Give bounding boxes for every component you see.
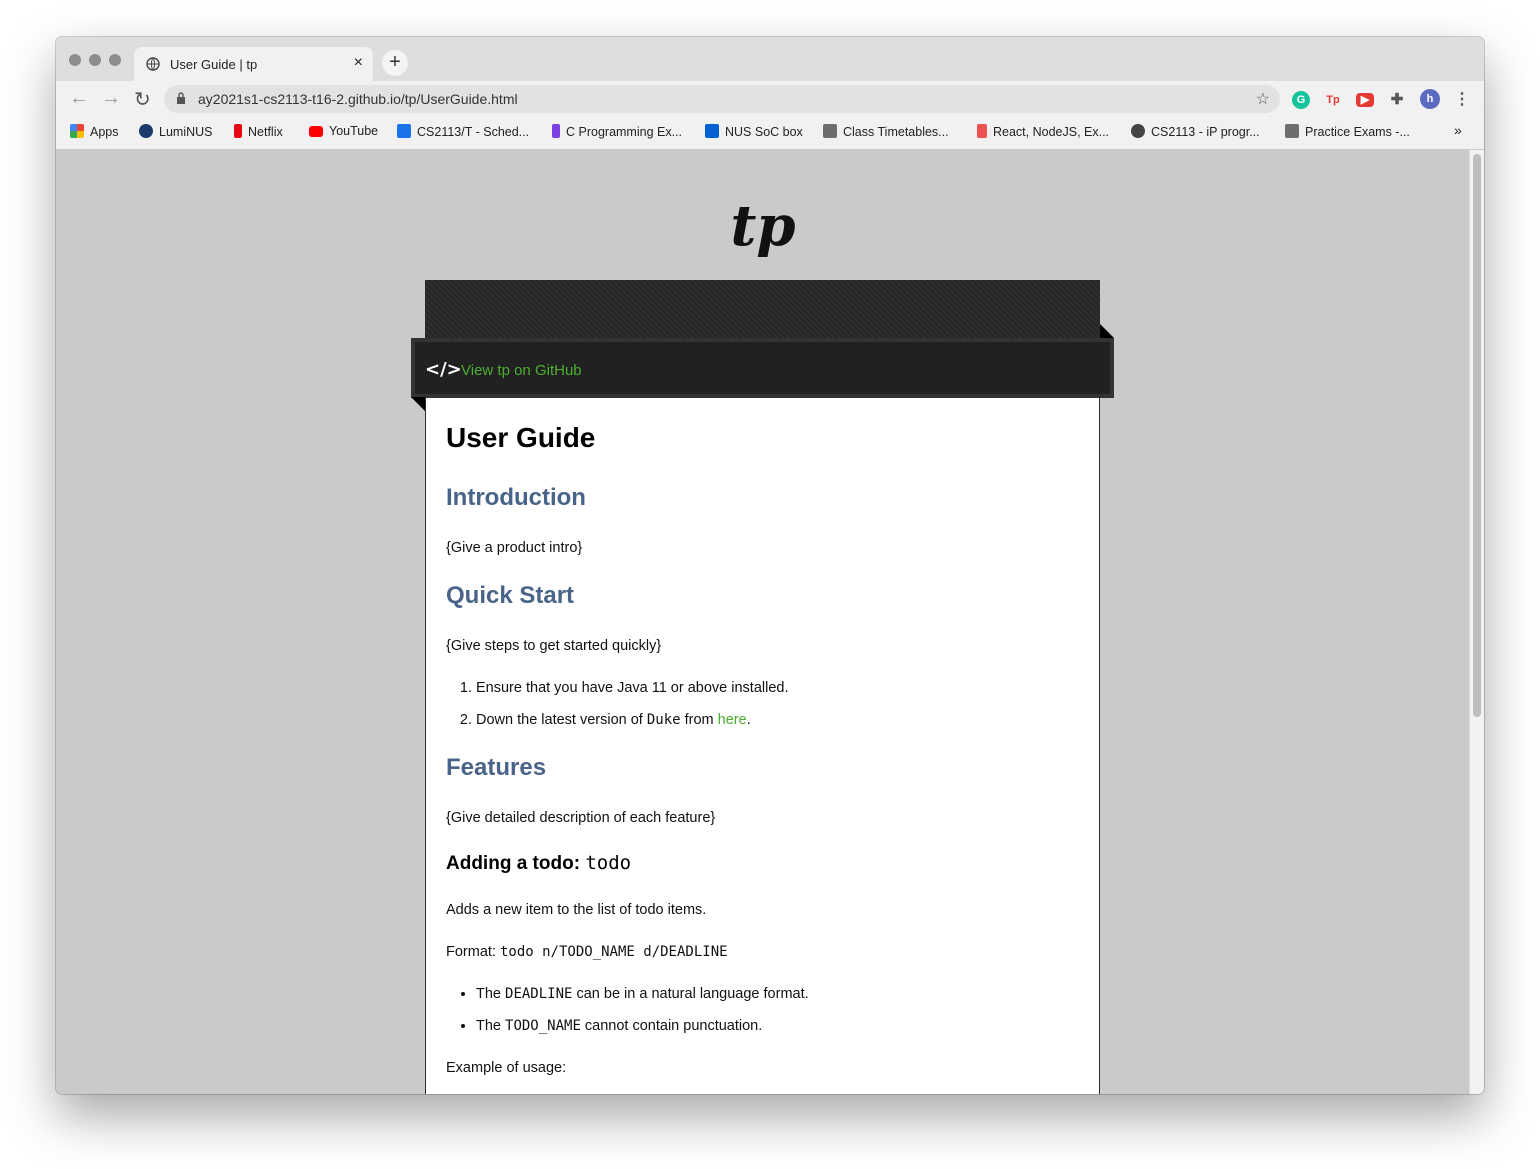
inline-code: Duke xyxy=(646,712,681,728)
list-item: The DEADLINE can be in a natural languag… xyxy=(476,986,809,1018)
tab-user-guide[interactable]: User Guide | tp × xyxy=(134,47,373,81)
ribbon-fold-left xyxy=(411,397,425,411)
bookmark-class-timetables[interactable]: Class Timetables... xyxy=(823,124,949,139)
format-line: Format: todo n/TODO_NAME d/DEADLINE xyxy=(446,944,728,960)
inline-code: todo n/TODO_NAME d/DEADLINE xyxy=(499,944,728,960)
new-tab-button[interactable]: + xyxy=(382,50,408,76)
bookmark-c-programming[interactable]: C Programming Ex... xyxy=(552,124,682,139)
crest-icon xyxy=(823,124,837,138)
quickstart-text: {Give steps to get started quickly} xyxy=(446,638,662,654)
url-text: ay2021s1-cs2113-t16-2.github.io/tp/UserG… xyxy=(198,91,518,107)
bookmark-star-icon[interactable]: ☆ xyxy=(1256,89,1270,109)
heading-quick-start: Quick Start xyxy=(446,582,575,609)
globe-icon xyxy=(1131,124,1145,138)
lock-icon xyxy=(177,92,185,104)
bookmark-apps[interactable]: Apps xyxy=(70,124,119,139)
netflix-icon xyxy=(234,124,242,138)
page-viewport: tp </> View tp on GitHub User Guide Intr… xyxy=(56,150,1484,1094)
bookmark-practice-exams[interactable]: Practice Exams -... xyxy=(1285,124,1410,139)
apps-grid-icon xyxy=(70,124,84,138)
bookmark-cs2113-ip[interactable]: CS2113 - iP progr... xyxy=(1131,124,1260,139)
globe-icon xyxy=(146,57,160,71)
bookmark-luminus[interactable]: LumiNUS xyxy=(139,124,213,139)
list-item: Down the latest version of Duke from her… xyxy=(476,712,789,744)
bookmark-nus-soc-box[interactable]: NUS SoC box xyxy=(705,124,803,139)
heading-introduction: Introduction xyxy=(446,484,586,511)
list-item: The TODO_NAME cannot contain punctuation… xyxy=(476,1018,809,1050)
tab-close-icon[interactable]: × xyxy=(354,54,363,72)
tab-title: User Guide | tp xyxy=(170,57,258,72)
ribbon-fold-right xyxy=(1100,324,1114,338)
header-banner xyxy=(425,280,1100,340)
graduation-cap-icon xyxy=(397,124,411,138)
video-extension-icon[interactable]: ▶ xyxy=(1356,93,1374,107)
features-text: {Give detailed description of each featu… xyxy=(446,810,716,826)
format-notes: The DEADLINE can be in a natural languag… xyxy=(476,986,809,1050)
bookmarks-bar: Apps LumiNUS Netflix YouTube CS2113/T - … xyxy=(56,117,1484,150)
example-label: Example of usage: xyxy=(446,1060,567,1076)
zoom-window-button[interactable] xyxy=(109,54,121,66)
crest-icon xyxy=(1285,124,1299,138)
menu-icon[interactable]: ⋮ xyxy=(1453,91,1471,109)
inline-code: DEADLINE xyxy=(505,986,573,1002)
luminus-icon xyxy=(139,124,153,138)
bookmark-cs2113-schedule[interactable]: CS2113/T - Sched... xyxy=(397,124,529,139)
site-logo[interactable]: tp xyxy=(56,193,1470,259)
tp-extension-icon[interactable]: Tp xyxy=(1324,91,1342,109)
inline-code: TODO_NAME xyxy=(505,1018,581,1034)
back-arrow-icon[interactable]: ← xyxy=(69,87,89,110)
heading-adding-todo: Adding a todo: todo xyxy=(446,852,632,874)
view-on-github-link[interactable]: View tp on GitHub xyxy=(461,362,582,379)
grammarly-icon[interactable]: G xyxy=(1292,91,1310,109)
bookmarks-overflow-icon[interactable]: » xyxy=(1454,122,1462,138)
list-item: Ensure that you have Java 11 or above in… xyxy=(476,680,789,712)
box-icon xyxy=(705,124,719,138)
content-card: User Guide Introduction {Give a product … xyxy=(425,398,1100,1094)
profile-avatar[interactable]: h xyxy=(1420,89,1440,109)
scrollbar[interactable] xyxy=(1469,150,1484,1094)
inline-code: todo xyxy=(585,852,632,874)
todo-description: Adds a new item to the list of todo item… xyxy=(446,902,707,918)
minimize-window-button[interactable] xyxy=(89,54,101,66)
p-logo-icon xyxy=(552,124,560,138)
intro-text: {Give a product intro} xyxy=(446,540,583,556)
bookmark-youtube[interactable]: YouTube xyxy=(309,124,378,138)
quickstart-steps: Ensure that you have Java 11 or above in… xyxy=(476,680,789,744)
address-bar[interactable]: ay2021s1-cs2113-t16-2.github.io/tp/UserG… xyxy=(164,85,1280,113)
heading-features: Features xyxy=(446,754,547,781)
scrollbar-thumb[interactable] xyxy=(1473,154,1481,717)
toolbar: ← → ↻ ay2021s1-cs2113-t16-2.github.io/tp… xyxy=(56,81,1484,117)
download-here-link[interactable]: here xyxy=(718,712,747,728)
bookmark-netflix[interactable]: Netflix xyxy=(234,124,283,139)
reload-icon[interactable]: ↻ xyxy=(134,87,151,112)
browser-window: User Guide | tp × + ← → ↻ ay2021s1-cs211… xyxy=(56,37,1484,1094)
close-window-button[interactable] xyxy=(69,54,81,66)
tab-strip: User Guide | tp × + xyxy=(56,37,1484,81)
github-ribbon: </> View tp on GitHub xyxy=(411,338,1114,398)
page-title: User Guide xyxy=(446,422,596,453)
youtube-icon xyxy=(309,126,323,137)
bookmark-react-nodejs[interactable]: React, NodeJS, Ex... xyxy=(977,124,1109,139)
puzzle-icon[interactable]: ✚ xyxy=(1388,91,1406,109)
forward-arrow-icon[interactable]: → xyxy=(101,87,121,110)
udemy-icon xyxy=(977,124,987,138)
code-icon: </> xyxy=(425,359,462,380)
